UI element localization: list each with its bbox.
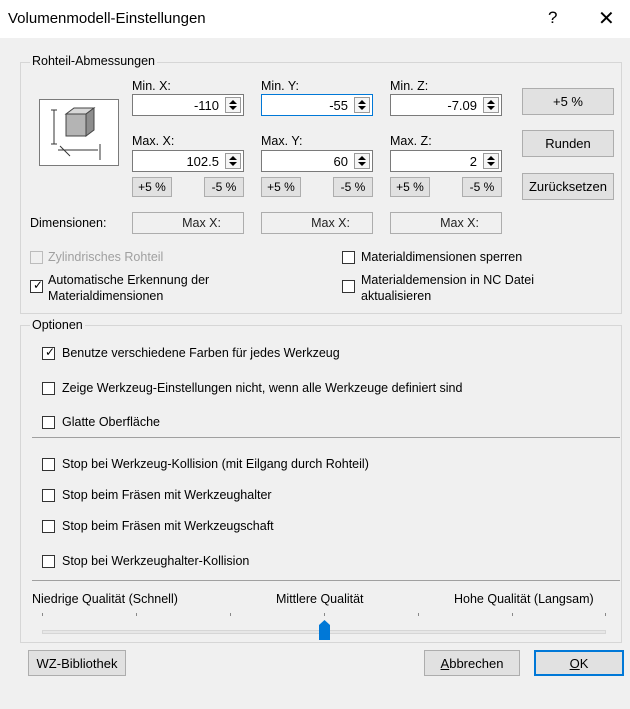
option-stop-holder-checkbox[interactable]	[42, 489, 55, 502]
y-minus5-button[interactable]: -5 %	[333, 177, 373, 197]
option-stop-holder-label: Stop beim Fräsen mit Werkzeughalter	[62, 488, 272, 502]
options-separator-1	[32, 437, 620, 438]
option-hide-settings-checkbox[interactable]	[42, 382, 55, 395]
min-z-value: -7.09	[447, 98, 477, 113]
cancel-button[interactable]: Abbrechen	[424, 650, 520, 676]
slider-tick	[512, 613, 513, 616]
z-minus5-button[interactable]: -5 %	[462, 177, 502, 197]
min-y-input[interactable]: -55	[261, 94, 373, 116]
max-x-spinner[interactable]	[225, 153, 241, 169]
update-nc-label: Materialdemension in NC Datei aktualisie…	[361, 273, 534, 303]
cylindrical-stock-checkbox[interactable]	[30, 251, 43, 264]
slider-thumb[interactable]	[318, 620, 330, 640]
lock-dimensions-label: Materialdimensionen sperren	[361, 250, 523, 264]
help-button[interactable]: ?	[548, 8, 557, 28]
max-y-spinner[interactable]	[354, 153, 370, 169]
slider-tick	[42, 613, 43, 616]
min-z-spinner[interactable]	[483, 97, 499, 113]
round-button[interactable]: Runden	[522, 130, 614, 157]
slider-tick	[418, 613, 419, 616]
min-x-label: Min. X:	[132, 79, 171, 93]
dimension-z-display: Max X:	[390, 212, 502, 234]
max-z-spinner[interactable]	[483, 153, 499, 169]
max-x-input[interactable]: 102.5	[132, 150, 244, 172]
min-z-label: Min. Z:	[390, 79, 429, 93]
min-z-input[interactable]: -7.09	[390, 94, 502, 116]
option-stop-shank-checkbox[interactable]	[42, 520, 55, 533]
max-x-value: 102.5	[186, 154, 219, 169]
min-y-value: -55	[329, 98, 348, 113]
y-plus5-button[interactable]: +5 %	[261, 177, 301, 197]
quality-low-label: Niedrige Qualität (Schnell)	[32, 592, 178, 606]
check-icon: ✓	[33, 278, 44, 292]
auto-detect-label: Automatische Erkennung der Materialdimen…	[48, 273, 210, 303]
window-title: Volumenmodell-Einstellungen	[8, 10, 206, 27]
stock-group-label: Rohteil-Abmessungen	[30, 54, 157, 68]
close-button[interactable]: ✕	[598, 6, 615, 31]
option-smooth-label: Glatte Oberfläche	[62, 415, 160, 429]
min-x-value: -110	[193, 98, 219, 113]
option-stop-collision-label: Stop bei Werkzeug-Kollision (mit Eilgang…	[62, 457, 369, 471]
reset-button[interactable]: Zurücksetzen	[522, 173, 614, 200]
option-colors-checkbox[interactable]: ✓	[42, 345, 56, 360]
quality-high-label: Hohe Qualität (Langsam)	[454, 592, 594, 606]
cancel-label: bbrechen	[449, 655, 504, 671]
max-z-value: 2	[469, 154, 477, 169]
z-plus5-button[interactable]: +5 %	[390, 177, 430, 197]
min-x-input[interactable]: -110	[132, 94, 244, 116]
ok-mnemonic: O	[569, 655, 580, 671]
option-smooth-checkbox[interactable]	[42, 416, 55, 429]
ok-button[interactable]: OK	[534, 650, 624, 676]
quality-mid-label: Mittlere Qualität	[276, 592, 364, 606]
slider-ticks	[42, 613, 606, 617]
slider-tick	[324, 613, 325, 616]
ok-label: K	[579, 655, 589, 671]
stock-cube-icon	[39, 99, 119, 166]
check-icon: ✓	[45, 345, 56, 359]
x-plus5-button[interactable]: +5 %	[132, 177, 172, 197]
slider-tick	[230, 613, 231, 616]
option-stop-shank-label: Stop beim Fräsen mit Werkzeugschaft	[62, 519, 274, 533]
slider-tick	[136, 613, 137, 616]
dimension-y-display: Max X:	[261, 212, 373, 234]
quality-slider[interactable]	[42, 610, 606, 640]
slider-tick	[605, 613, 606, 616]
option-hide-settings-label: Zeige Werkzeug-Einstellungen nicht, wenn…	[62, 381, 463, 395]
option-stop-holder-collision-label: Stop bei Werkzeughalter-Kollision	[62, 554, 250, 568]
min-x-spinner[interactable]	[225, 97, 241, 113]
options-group-label: Optionen	[30, 318, 85, 332]
max-x-label: Max. X:	[132, 134, 175, 148]
option-stop-holder-collision-checkbox[interactable]	[42, 555, 55, 568]
x-minus5-button[interactable]: -5 %	[204, 177, 244, 197]
dimensions-label: Dimensionen:	[30, 216, 107, 230]
cancel-mnemonic: A	[440, 655, 450, 671]
option-stop-collision-checkbox[interactable]	[42, 458, 55, 471]
cylindrical-stock-label: Zylindrisches Rohteil	[48, 250, 164, 264]
tool-library-button[interactable]: WZ-Bibliothek	[28, 650, 126, 676]
dimension-x-display: Max X:	[132, 212, 244, 234]
max-y-label: Max. Y:	[261, 134, 303, 148]
max-y-value: 60	[333, 154, 348, 169]
update-nc-checkbox[interactable]	[342, 280, 355, 293]
option-colors-label: Benutze verschiedene Farben für jedes We…	[62, 346, 340, 360]
auto-detect-checkbox[interactable]: ✓	[30, 278, 44, 293]
min-y-spinner[interactable]	[354, 97, 370, 113]
max-z-input[interactable]: 2	[390, 150, 502, 172]
max-y-input[interactable]: 60	[261, 150, 373, 172]
plus5-all-button[interactable]: +5 %	[522, 88, 614, 115]
min-y-label: Min. Y:	[261, 79, 299, 93]
options-separator-2	[32, 580, 620, 581]
lock-dimensions-checkbox[interactable]	[342, 251, 355, 264]
max-z-label: Max. Z:	[390, 134, 432, 148]
